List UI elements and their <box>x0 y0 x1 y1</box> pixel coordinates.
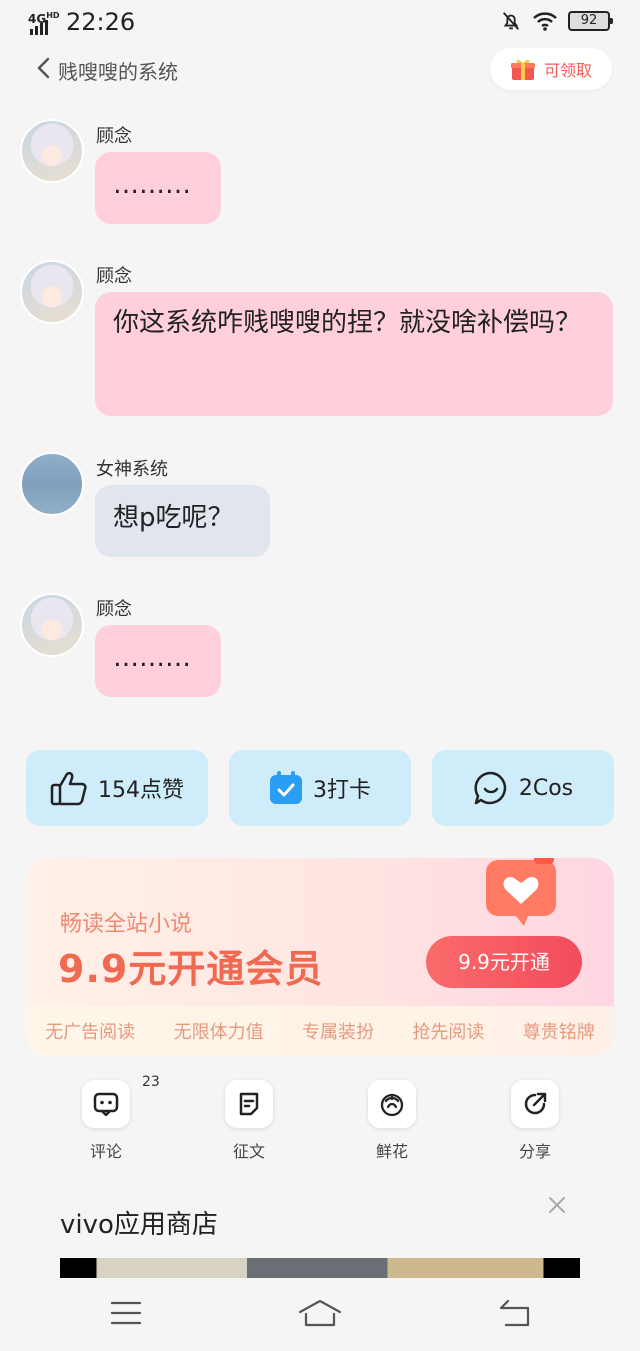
perk-item: 尊贵铭牌 <box>522 1022 595 1043</box>
essay-button[interactable]: 征文 <box>209 1080 289 1162</box>
cos-button[interactable]: 2Cos <box>432 750 614 826</box>
battery-indicator: 92 <box>568 11 613 31</box>
perk-item: 无广告阅读 <box>45 1022 136 1043</box>
like-button[interactable]: 154点赞 <box>26 750 208 826</box>
cos-count: 2Cos <box>518 775 574 801</box>
back-nav-icon[interactable] <box>498 1298 532 1328</box>
signal-icon <box>30 20 48 35</box>
perk-item: 无限体力值 <box>173 1022 264 1043</box>
checkin-count: 3打卡 <box>313 778 371 803</box>
ad-title[interactable]: vivo应用商店 <box>60 1204 218 1241</box>
bell-off-icon <box>502 12 520 30</box>
membership-subtitle: 畅读全站小说 <box>60 912 193 937</box>
share-button[interactable]: 分享 <box>495 1080 575 1162</box>
comment-button[interactable]: 评论 <box>66 1080 146 1162</box>
subscribe-button[interactable]: 9.9元开通 <box>426 936 582 988</box>
avatar[interactable] <box>20 119 84 183</box>
wifi-icon <box>533 12 557 31</box>
comment-icon <box>93 1092 119 1116</box>
sender-name: 顾念 <box>96 599 132 620</box>
claim-label: 可领取 <box>543 61 592 80</box>
back-arrow-icon[interactable] <box>30 54 60 84</box>
checkin-button[interactable]: 3打卡 <box>229 750 411 826</box>
page-title[interactable]: 贱嗖嗖的系统 <box>58 56 178 85</box>
avatar[interactable] <box>20 260 84 324</box>
share-label: 分享 <box>518 1142 551 1161</box>
essay-label: 征文 <box>232 1142 265 1161</box>
calendar-check-icon <box>270 771 302 804</box>
system-nav-bar <box>0 1278 640 1351</box>
clock: 22:26 <box>66 8 136 36</box>
home-icon[interactable] <box>298 1298 342 1328</box>
flower-icon <box>380 1093 404 1117</box>
share-icon <box>524 1092 547 1115</box>
message-bubble: ……… <box>95 152 221 224</box>
membership-title: 9.9元开通会员 <box>58 947 324 991</box>
menu-icon[interactable] <box>110 1300 142 1326</box>
like-count: 154点赞 <box>98 778 184 803</box>
thumbs-up-icon <box>50 771 87 806</box>
message-bubble: ……… <box>95 625 221 697</box>
sender-name: 顾念 <box>96 126 132 147</box>
gift-icon <box>510 59 535 80</box>
claim-reward-button[interactable]: 可领取 <box>490 48 612 90</box>
flower-label: 鲜花 <box>375 1142 408 1161</box>
document-icon <box>239 1092 259 1116</box>
message-bubble: 想p吃呢？ <box>95 485 270 557</box>
membership-banner[interactable]: 畅读全站小说 9.9元开通会员 9.9元开通 无广告阅读 无限体力值 专属装扮 … <box>26 858 614 1056</box>
chat-bubble-icon <box>474 771 507 805</box>
avatar[interactable] <box>20 593 84 657</box>
comment-label: 评论 <box>89 1142 122 1161</box>
hd-label: HD <box>46 11 60 20</box>
avatar[interactable] <box>20 452 84 516</box>
sender-name: 顾念 <box>96 266 132 287</box>
ad-image[interactable] <box>60 1258 580 1278</box>
status-bar: 4GHD 22:26 92 <box>0 0 640 44</box>
flower-button[interactable]: 鲜花 <box>352 1080 432 1162</box>
comment-count-badge: 23 <box>142 1074 160 1090</box>
message-bubble: 你这系统咋贱嗖嗖的捏？就没啥补偿吗？ <box>95 292 613 416</box>
close-icon[interactable] <box>548 1196 566 1214</box>
perks-row: 无广告阅读 无限体力值 专属装扮 抢先阅读 尊贵铭牌 <box>26 1006 614 1056</box>
heart-badge-icon <box>486 858 556 926</box>
sender-name: 女神系统 <box>96 459 168 480</box>
perk-item: 抢先阅读 <box>412 1022 485 1043</box>
perk-item: 专属装扮 <box>301 1022 374 1043</box>
